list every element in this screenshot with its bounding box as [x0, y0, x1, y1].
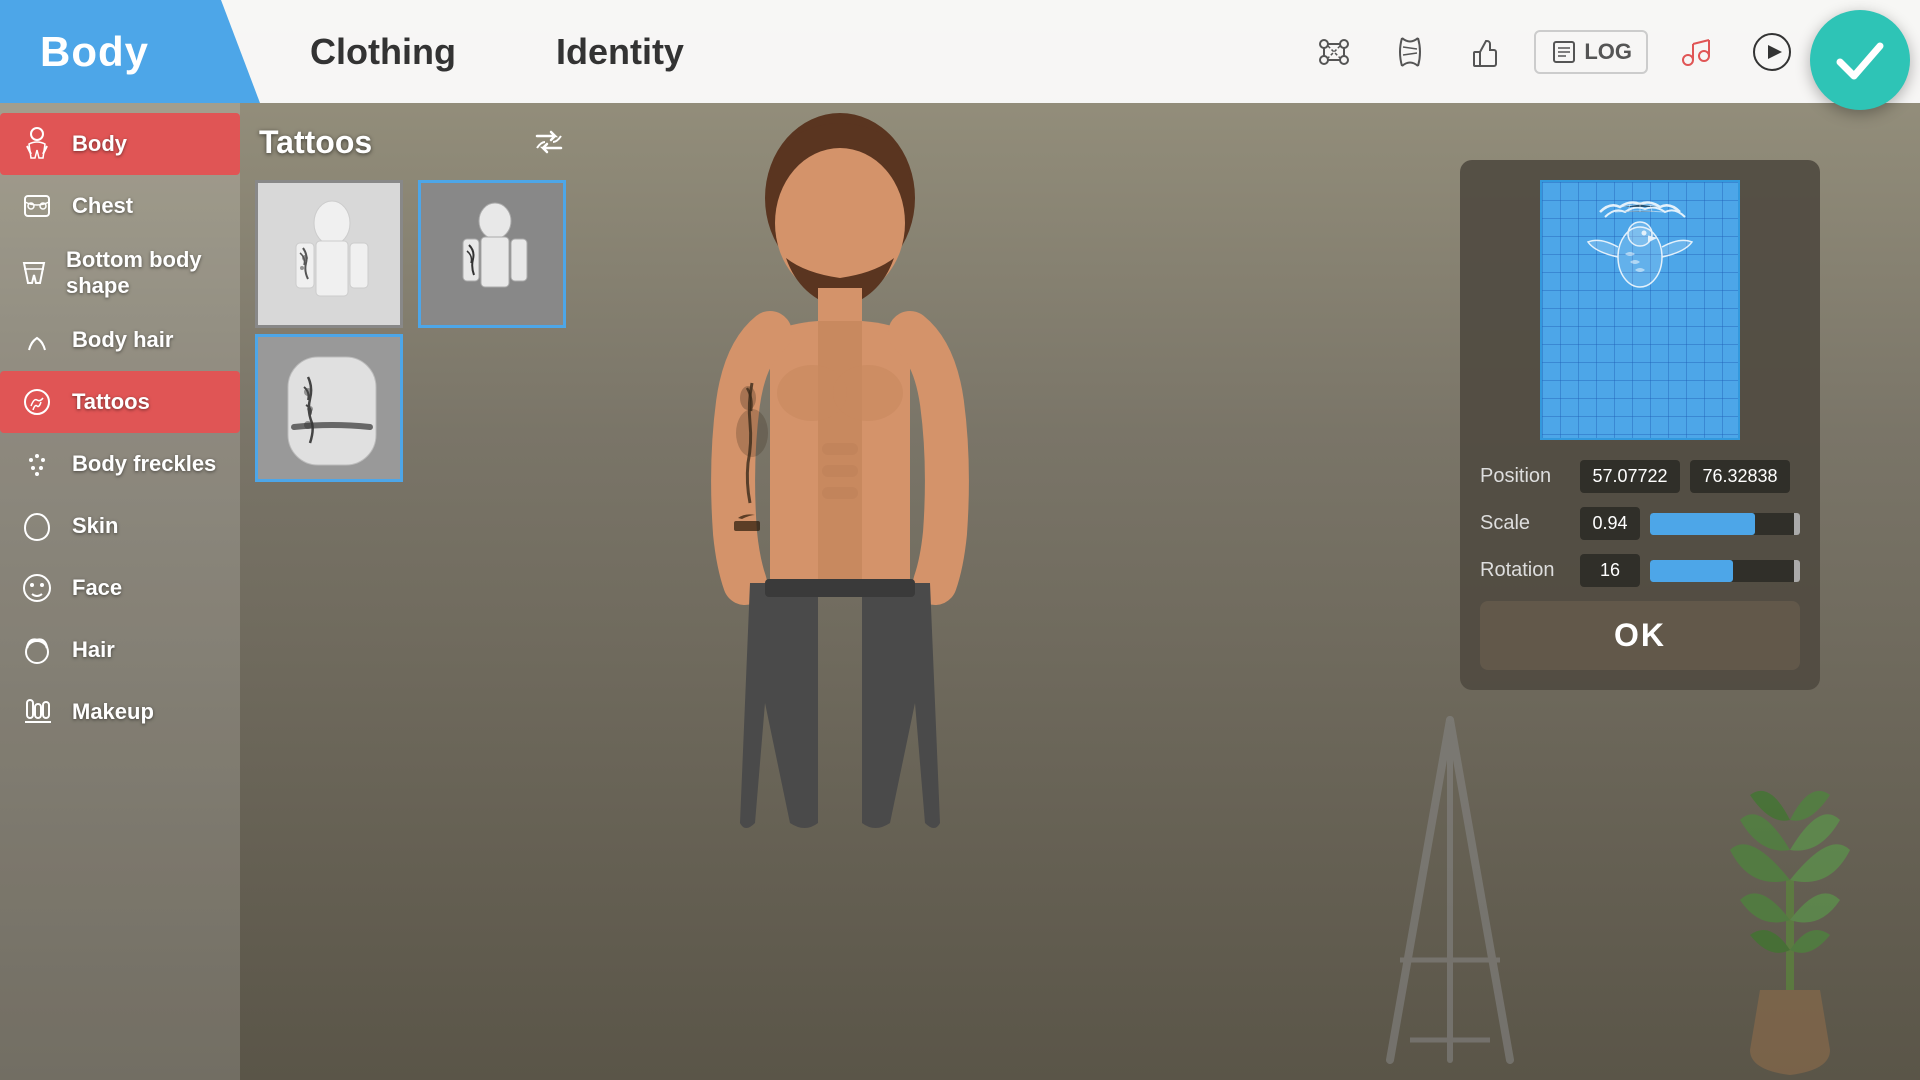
play-icon[interactable] [1744, 24, 1800, 80]
ok-label: OK [1614, 617, 1666, 653]
tattoo-grid [255, 180, 575, 482]
scale-value[interactable]: 0.94 [1580, 507, 1640, 540]
sidebar-item-skin[interactable]: Skin [0, 495, 240, 557]
sidebar-item-body-hair-label: Body hair [72, 327, 173, 353]
sidebar: Body Chest Bottom body shape [0, 103, 240, 1080]
shuffle-button[interactable] [527, 120, 571, 164]
position-row: Position 57.07722 76.32838 [1480, 460, 1800, 493]
sidebar-item-bottom-label: Bottom body shape [66, 247, 224, 299]
clothing-tab-label: Clothing [310, 31, 456, 73]
body-freckles-icon [16, 443, 58, 485]
identity-tab-label: Identity [556, 31, 684, 73]
sidebar-item-body-label: Body [72, 131, 127, 157]
position-y-value[interactable]: 76.32838 [1690, 460, 1790, 493]
log-label: LOG [1584, 39, 1632, 65]
plant-decoration [1680, 680, 1900, 1080]
bottom-body-icon [16, 252, 52, 294]
tattoo-editor-panel: Position 57.07722 76.32838 Scale 0.94 Ro… [1460, 160, 1820, 690]
scale-row: Scale 0.94 [1480, 507, 1800, 540]
makeup-icon [16, 691, 58, 733]
rotation-fill [1650, 560, 1733, 582]
sidebar-item-skin-label: Skin [72, 513, 118, 539]
sidebar-item-bottom-body[interactable]: Bottom body shape [0, 237, 240, 309]
sidebar-item-chest[interactable]: Chest [0, 175, 240, 237]
top-nav-bar: Body Clothing Identity [0, 0, 1920, 103]
body-hair-icon [16, 319, 58, 361]
tattoo-item-2[interactable] [418, 180, 566, 328]
sidebar-item-tattoos-label: Tattoos [72, 389, 150, 415]
position-x-value[interactable]: 57.07722 [1580, 460, 1680, 493]
chest-icon [16, 185, 58, 227]
sidebar-item-makeup-label: Makeup [72, 699, 154, 725]
tattoos-icon [16, 381, 58, 423]
hair-icon [16, 629, 58, 671]
rotation-row: Rotation 16 [1480, 554, 1800, 587]
sidebar-item-hair[interactable]: Hair [0, 619, 240, 681]
connections-icon[interactable] [1306, 24, 1362, 80]
tattoo-thumb-3 [258, 337, 400, 479]
tattoo-panel: Tattoos [255, 120, 575, 482]
rotation-value[interactable]: 16 [1580, 554, 1640, 587]
tattoo-item-3[interactable] [255, 334, 403, 482]
ok-button[interactable]: OK [1480, 601, 1800, 670]
body-icon [16, 123, 58, 165]
rotation-slider[interactable] [1650, 560, 1800, 582]
rotation-label: Rotation [1480, 559, 1570, 582]
tattoo-item-1[interactable] [255, 180, 403, 328]
position-label: Position [1480, 465, 1570, 488]
easel-decoration [1360, 700, 1540, 1080]
scale-fill [1650, 513, 1755, 535]
sidebar-item-body-freckles[interactable]: Body freckles [0, 433, 240, 495]
identity-tab[interactable]: Identity [506, 0, 734, 103]
log-button[interactable]: LOG [1534, 30, 1648, 74]
scale-handle [1794, 513, 1800, 535]
sidebar-item-body-hair[interactable]: Body hair [0, 309, 240, 371]
face-icon [16, 567, 58, 609]
sidebar-item-tattoos[interactable]: Tattoos [0, 371, 240, 433]
sidebar-item-face-label: Face [72, 575, 122, 601]
scale-label: Scale [1480, 512, 1570, 535]
tattoo-preview [1540, 180, 1740, 440]
dna-icon[interactable] [1382, 24, 1438, 80]
tattoo-preview-image [1580, 192, 1700, 312]
body-tab[interactable]: Body [0, 0, 260, 103]
sidebar-item-hair-label: Hair [72, 637, 115, 663]
sidebar-item-chest-label: Chest [72, 193, 133, 219]
sidebar-item-freckles-label: Body freckles [72, 451, 216, 477]
sidebar-item-face[interactable]: Face [0, 557, 240, 619]
tattoo-panel-header: Tattoos [255, 120, 575, 164]
sidebar-item-body[interactable]: Body [0, 113, 240, 175]
tattoo-thumb-1 [258, 183, 400, 325]
scale-slider[interactable] [1650, 513, 1800, 535]
confirm-button[interactable] [1810, 10, 1910, 110]
rotation-handle [1794, 560, 1800, 582]
thumbsup-icon[interactable] [1458, 24, 1514, 80]
body-tab-label: Body [40, 28, 149, 76]
tattoo-thumb-2 [421, 183, 563, 325]
music-icon[interactable] [1668, 24, 1724, 80]
tattoos-title: Tattoos [259, 124, 372, 161]
clothing-tab[interactable]: Clothing [260, 0, 506, 103]
sidebar-item-makeup[interactable]: Makeup [0, 681, 240, 743]
skin-icon [16, 505, 58, 547]
